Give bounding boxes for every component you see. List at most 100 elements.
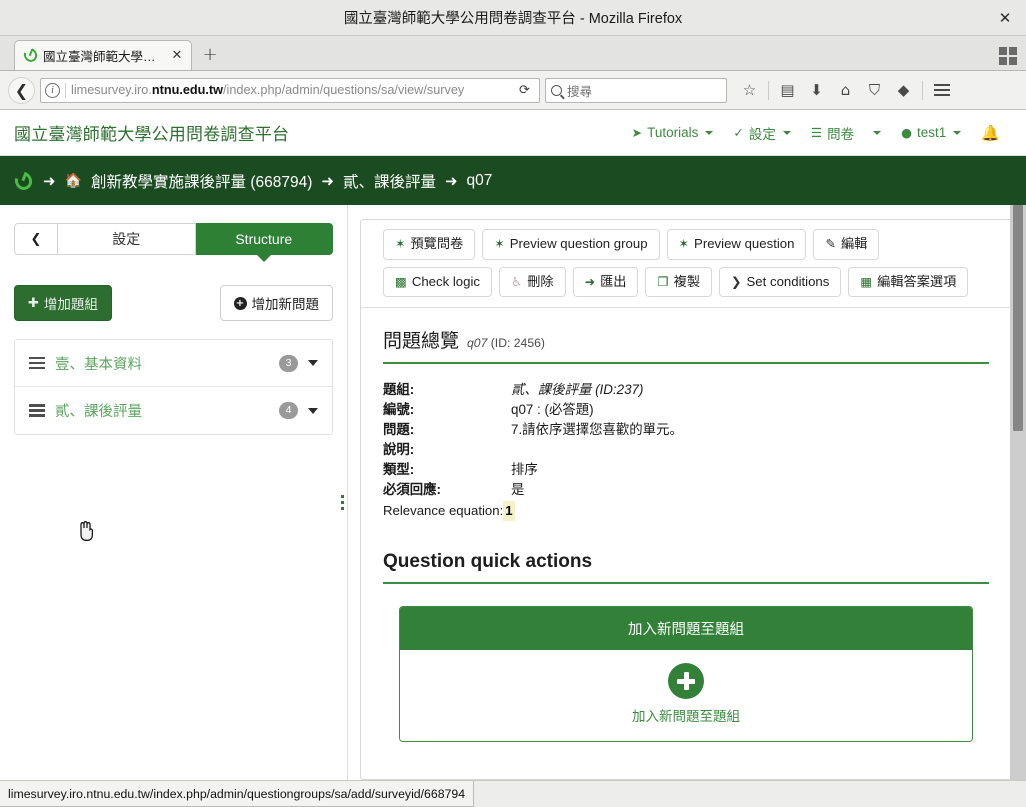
bookmark-star-icon[interactable]: ☆ bbox=[736, 77, 763, 104]
search-bar[interactable]: 搜尋 bbox=[545, 77, 727, 103]
browser-tab[interactable]: 國立臺灣師範大學公... ✕ bbox=[14, 40, 192, 70]
tab-structure[interactable]: Structure bbox=[195, 223, 333, 255]
group-count-badge: 3 bbox=[279, 354, 298, 372]
toolbar-label: 匯出 bbox=[600, 273, 627, 289]
question-detail-table: 題組: 貳、課後評量 (ID:237) 編號: q07 : (必答題) 問題: … bbox=[383, 380, 989, 522]
add-question-card[interactable]: 加入新問題至題組 加入新問題至題組 bbox=[399, 606, 973, 743]
relevance-value: 1 bbox=[503, 501, 515, 522]
breadcrumb-item-survey[interactable]: 創新教學實施課後評量 (668794) bbox=[91, 170, 312, 192]
detail-value: q07 : (必答題) bbox=[511, 402, 594, 418]
group-name[interactable]: 壹、基本資料 bbox=[55, 353, 269, 374]
nav-item-settings[interactable]: ✓ 設定 bbox=[733, 123, 791, 143]
group-name[interactable]: 貳、課後評量 bbox=[55, 400, 269, 421]
library-icon[interactable]: ▤ bbox=[774, 77, 801, 104]
preview-question-button[interactable]: ✶ Preview question bbox=[666, 229, 807, 260]
detail-row-help: 說明: bbox=[383, 440, 989, 460]
add-question-label: 增加新問題 bbox=[251, 297, 320, 312]
notifications-button[interactable]: 🔔 bbox=[981, 124, 1000, 142]
delete-button[interactable]: ♿ 刪除 bbox=[498, 266, 566, 298]
question-toolbar: ✶ 預覽問卷 ✶ Preview question group ✶ Previe… bbox=[361, 220, 1011, 309]
close-icon[interactable]: ✕ bbox=[994, 7, 1016, 29]
chevron-down-icon bbox=[705, 130, 714, 135]
trash-icon: ♿ bbox=[510, 273, 523, 289]
detail-value: 7.請依序選擇您喜歡的單元。 bbox=[511, 422, 683, 438]
copy-button[interactable]: ❐ 複製 bbox=[645, 266, 713, 298]
detail-key: 編號: bbox=[383, 402, 415, 418]
edit-button[interactable]: ✎ 編輯 bbox=[813, 229, 880, 260]
drag-handle-icon[interactable] bbox=[29, 404, 45, 417]
home-icon[interactable]: ⌂ bbox=[832, 77, 859, 104]
list-item[interactable]: 貳、課後評量 4 bbox=[15, 387, 332, 434]
limesurvey-logo-icon[interactable] bbox=[11, 168, 36, 193]
scrollbar-thumb[interactable] bbox=[1013, 205, 1023, 431]
breadcrumb-item-question[interactable]: q07 bbox=[467, 172, 493, 190]
add-question-card-link[interactable]: 加入新問題至題組 bbox=[400, 705, 972, 725]
toolbar-label: 複製 bbox=[673, 273, 701, 289]
download-icon[interactable]: ⬇ bbox=[803, 77, 830, 104]
bell-icon: 🔔 bbox=[981, 123, 1000, 142]
preview-question-group-button[interactable]: ✶ Preview question group bbox=[482, 229, 660, 260]
toolbar-label: 編輯 bbox=[840, 236, 868, 251]
list-item[interactable]: 壹、基本資料 3 bbox=[15, 340, 332, 387]
preview-survey-button[interactable]: ✶ 預覽問卷 bbox=[383, 229, 476, 260]
toolbar-label: Check logic bbox=[411, 273, 480, 289]
circle-plus-icon: + bbox=[233, 296, 247, 310]
address-bar[interactable]: i limesurvey.iro.ntnu.edu.tw/index.php/a… bbox=[40, 77, 540, 103]
url-suffix: /index.php/admin/questions/sa/view/surve… bbox=[223, 83, 465, 97]
url-prefix: limesurvey.iro. bbox=[71, 83, 152, 97]
plus-circle-icon[interactable] bbox=[668, 663, 704, 700]
gear-icon: ✶ bbox=[395, 236, 406, 252]
page-info-icon[interactable]: i bbox=[45, 82, 60, 98]
tab-list-icon[interactable] bbox=[999, 47, 1017, 65]
add-new-question-button[interactable]: + 增加新問題 bbox=[219, 285, 333, 321]
question-id: (ID: 2456) bbox=[490, 336, 545, 351]
nav-label-settings: 設定 bbox=[748, 126, 776, 142]
tab-settings[interactable]: 設定 bbox=[58, 223, 196, 255]
sidebar-collapse-button[interactable]: ❮ bbox=[14, 223, 58, 255]
chevron-down-icon[interactable] bbox=[308, 360, 318, 366]
overview-subtitle: q07 (ID: 2456) bbox=[467, 336, 545, 350]
relevance-key: Relevance equation: bbox=[383, 503, 504, 519]
drag-handle-icon[interactable] bbox=[29, 356, 45, 370]
browser-toolbar-icons: ☆ ▤ ⬇ ⌂ ⛉ ◆ bbox=[736, 77, 955, 104]
rocket-icon: ➤ bbox=[631, 125, 643, 140]
nav-label-user: test1 bbox=[917, 125, 947, 140]
question-group-list: 壹、基本資料 3 貳、課後評量 4 bbox=[14, 339, 333, 435]
export-icon: ➜ bbox=[584, 273, 596, 289]
pocket-icon[interactable]: ⛉ bbox=[861, 77, 888, 104]
breadcrumb-home-icon[interactable]: 🏠 bbox=[65, 173, 82, 189]
tab-close-icon[interactable]: ✕ bbox=[169, 48, 185, 63]
detail-key: 題組: bbox=[383, 382, 415, 398]
nav-item-user[interactable]: ● test1 bbox=[901, 125, 962, 140]
copy-icon: ❐ bbox=[657, 273, 669, 289]
breadcrumb-arrow-icon-2: ➜ bbox=[321, 171, 334, 190]
add-question-group-button[interactable]: ✚ 增加題組 bbox=[14, 285, 112, 321]
toolbar-label: Preview question group bbox=[509, 236, 648, 251]
status-url: limesurvey.iro.ntnu.edu.tw/index.php/adm… bbox=[0, 781, 475, 807]
nav-item-tutorials[interactable]: ➤ Tutorials bbox=[632, 125, 714, 140]
add-question-card-body[interactable]: 加入新問題至題組 bbox=[400, 650, 972, 742]
export-button[interactable]: ➜ 匯出 bbox=[572, 266, 639, 298]
nav-label-surveys: 問卷 bbox=[827, 126, 855, 142]
back-icon[interactable]: ❮ bbox=[8, 76, 35, 104]
set-conditions-button[interactable]: ❯ Set conditions bbox=[719, 266, 842, 298]
edit-answer-options-button[interactable]: ▦ 編輯答案選項 bbox=[848, 266, 969, 298]
detail-row-group: 題組: 貳、課後評量 (ID:237) bbox=[383, 380, 989, 400]
group-count-badge: 4 bbox=[279, 402, 298, 419]
reload-icon[interactable]: ⟳ bbox=[514, 80, 535, 101]
check-logic-button[interactable]: ▩ Check logic bbox=[383, 266, 492, 298]
new-tab-button[interactable]: + bbox=[196, 40, 224, 68]
detail-value: 是 bbox=[511, 482, 525, 498]
detail-value: 排序 bbox=[511, 462, 538, 478]
page-scrollbar[interactable] bbox=[1010, 205, 1026, 780]
chevron-down-icon[interactable] bbox=[308, 407, 318, 414]
toolbar-label: Set conditions bbox=[746, 273, 830, 289]
pane-resize-handle[interactable] bbox=[341, 495, 344, 510]
nav-item-surveys[interactable]: ☰ 問卷 bbox=[811, 123, 882, 143]
detail-key: 問題: bbox=[383, 422, 415, 438]
menu-hamburger-icon[interactable] bbox=[928, 77, 955, 104]
sync-icon[interactable]: ◆ bbox=[890, 77, 917, 104]
breadcrumb-item-group[interactable]: 貳、課後評量 bbox=[343, 170, 436, 192]
browser-navbar: ❮ i limesurvey.iro.ntnu.edu.tw/index.php… bbox=[0, 71, 1026, 110]
tab-title: 國立臺灣師範大學公... bbox=[43, 50, 164, 64]
